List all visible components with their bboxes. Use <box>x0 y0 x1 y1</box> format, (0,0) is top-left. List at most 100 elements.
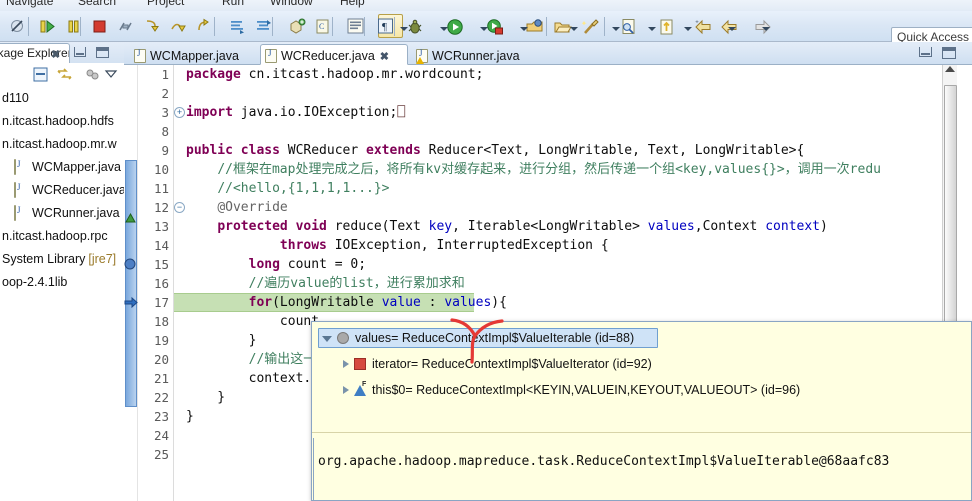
tree-row-project-root[interactable]: d110 <box>0 88 124 107</box>
code-line: for(LongWritable value : values){ <box>248 295 507 310</box>
line-number: 2 <box>161 86 169 101</box>
line-number: 14 <box>153 238 169 253</box>
tree-row-wcreducer-java[interactable]: WCReducer.java <box>0 180 124 199</box>
code-line: count <box>186 314 320 329</box>
chevron-right-icon[interactable] <box>343 360 349 368</box>
svg-text:C: C <box>319 22 324 31</box>
editor-tab-label: WCReducer.java <box>281 49 375 63</box>
toolbar-separator <box>28 17 29 36</box>
tree-row-system-library[interactable]: System Library [jre7] <box>0 249 124 268</box>
chevron-down-icon[interactable] <box>762 25 771 33</box>
explorer-tree[interactable]: d110 n.itcast.hadoop.hdfs n.itcast.hadoop… <box>0 88 124 501</box>
collapse-all-icon[interactable] <box>32 66 50 84</box>
menu-item-window[interactable]: Window <box>270 0 313 8</box>
chevron-down-icon[interactable] <box>648 25 657 33</box>
code-line: context.w <box>186 371 320 386</box>
popup-detail-value: org.apache.hadoop.mapreduce.task.ReduceC… <box>313 438 970 500</box>
tree-row-n-itcast-hadoop-rpc[interactable]: n.itcast.hadoop.rpc <box>0 226 124 245</box>
maximize-icon[interactable] <box>96 47 109 58</box>
toolbar-separator <box>394 17 395 36</box>
scroll-up-icon[interactable] <box>945 66 955 72</box>
show-whitespace-icon[interactable]: ¶ <box>374 16 396 37</box>
private-field-icon <box>354 358 366 370</box>
menu-item-run[interactable]: Run <box>222 0 244 8</box>
menu-item-navigate[interactable]: Navigate <box>6 0 53 8</box>
new-resource-icon[interactable] <box>580 16 602 37</box>
chevron-down-icon[interactable] <box>440 25 449 33</box>
java-file-icon <box>265 48 277 63</box>
terminate-icon[interactable] <box>88 16 110 37</box>
package-explorer-panel: Package Explorer ✖ <box>0 42 124 501</box>
editor-maximize-icon[interactable] <box>942 47 956 59</box>
editor-tab-label: WCRunner.java <box>432 49 520 63</box>
local-variable-icon <box>337 332 349 344</box>
toolbar-separator <box>604 17 605 36</box>
editor-minimize-icon[interactable] <box>919 47 932 57</box>
chevron-down-icon[interactable] <box>728 25 737 33</box>
editor-tab-wcreducer-java[interactable]: WCReducer.java ✖ <box>260 44 408 65</box>
editor-tab-wcmapper-java[interactable]: WCMapper.java <box>130 44 260 65</box>
popup-variable-row[interactable]: this$0= ReduceContextImpl<KEYIN,VALUEIN,… <box>340 380 800 400</box>
chevron-down-icon[interactable] <box>520 25 529 33</box>
line-number: 10 <box>153 162 169 177</box>
tree-row-oop-2-4-1lib[interactable]: oop-2.4.1lib <box>0 272 124 291</box>
chevron-down-icon[interactable] <box>612 25 621 33</box>
chevron-down-icon[interactable] <box>480 25 489 33</box>
link-with-editor-icon[interactable] <box>56 66 74 84</box>
chevron-right-icon[interactable] <box>343 386 349 394</box>
line-number: 12 <box>153 200 169 215</box>
new-java-class-icon[interactable]: C <box>312 16 334 37</box>
skip-all-breakpoints-icon[interactable] <box>6 16 28 37</box>
editor-tab-wcrunner-java[interactable]: WCRunner.java <box>412 44 540 65</box>
popup-variable-tree[interactable]: values= ReduceContextImpl$ValueIterable … <box>312 324 971 428</box>
annotation-arrow-icon <box>450 318 504 364</box>
java-file-warning-icon <box>416 48 428 64</box>
code-line: //遍历value的list，进行累加求和 <box>248 276 465 291</box>
java-file-icon <box>134 48 146 63</box>
menu-item-project[interactable]: Project <box>147 0 184 8</box>
new-java-package-icon[interactable] <box>286 16 308 37</box>
code-line: //输出这一 <box>248 352 317 367</box>
tree-row-wcmapper-java[interactable]: WCMapper.java <box>0 157 124 176</box>
marker-annotation-bar[interactable] <box>124 65 138 501</box>
resume-icon[interactable] <box>36 16 58 37</box>
step-over-icon[interactable] <box>166 16 188 37</box>
chevron-down-icon[interactable] <box>400 25 409 33</box>
line-number: 8 <box>161 124 169 139</box>
tree-row-n-itcast-hadoop-mr-w[interactable]: n.itcast.hadoop.mr.w <box>0 134 124 153</box>
menu-item-search[interactable]: Search <box>78 0 116 8</box>
open-type-hierarchy-icon[interactable] <box>252 16 274 37</box>
close-icon[interactable]: ✖ <box>51 48 60 61</box>
tree-row-wcrunner-java[interactable]: WCRunner.java <box>0 203 124 222</box>
step-into-icon[interactable] <box>140 16 162 37</box>
code-line: import java.io.IOException;⎕ <box>186 105 406 120</box>
fold-collapse-icon[interactable]: − <box>174 202 185 213</box>
chevron-down-icon[interactable] <box>322 336 332 342</box>
toggle-mark-occurrences-icon[interactable] <box>344 16 366 37</box>
tree-row-n-itcast-hadoop-hdfs[interactable]: n.itcast.hadoop.hdfs <box>0 111 124 130</box>
step-return-icon[interactable] <box>192 16 214 37</box>
code-line: package cn.itcast.hadoop.mr.wordcount; <box>186 67 484 82</box>
fold-expand-icon[interactable]: + <box>174 107 185 118</box>
disconnect-icon[interactable] <box>114 16 136 37</box>
close-icon[interactable]: ✖ <box>380 50 389 63</box>
tab-package-explorer[interactable]: Package Explorer ✖ <box>0 43 70 63</box>
line-number: 11 <box>153 181 169 196</box>
popup-variable-label: this$0= ReduceContextImpl<KEYIN,VALUEIN,… <box>372 383 801 397</box>
chevron-down-icon[interactable] <box>684 25 693 33</box>
view-menu-icon[interactable] <box>104 66 122 84</box>
code-line: public class WCReducer extends Reducer<T… <box>186 143 805 158</box>
minimize-icon[interactable] <box>74 47 86 57</box>
next-annotation-icon[interactable] <box>656 16 678 37</box>
tree-item-label: n.itcast.hadoop.rpc <box>2 228 108 243</box>
search-files-icon[interactable] <box>618 16 640 37</box>
chevron-down-icon[interactable] <box>570 25 579 33</box>
back-icon[interactable] <box>692 16 714 37</box>
debug-variable-hover-popup[interactable]: values= ReduceContextImpl$ValueIterable … <box>311 321 972 501</box>
open-declaration-icon[interactable] <box>226 16 248 37</box>
line-number: 13 <box>153 219 169 234</box>
popup-variable-row[interactable]: iterator= ReduceContextImpl$ValueIterato… <box>340 354 680 374</box>
menu-item-help[interactable]: Help <box>340 0 365 8</box>
view-menu-filter-icon[interactable] <box>84 66 102 84</box>
tree-item-label: n.itcast.hadoop.hdfs <box>2 113 114 128</box>
